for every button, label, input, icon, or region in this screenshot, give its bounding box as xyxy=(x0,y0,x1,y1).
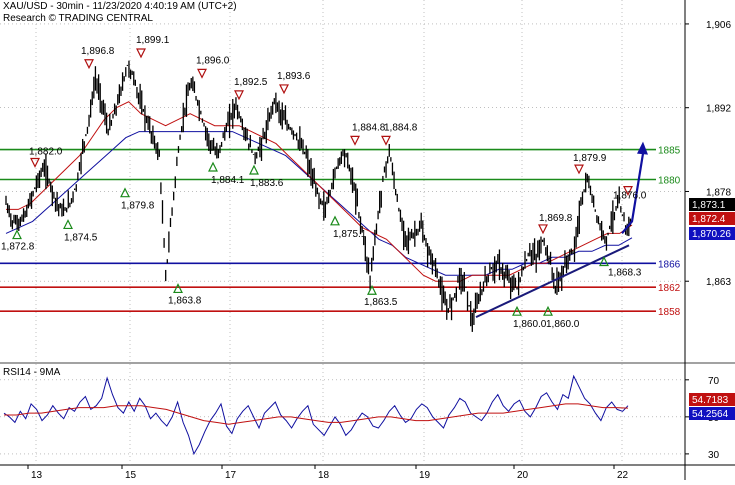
level-label-1862: 1862 xyxy=(658,283,681,294)
swing-low-label: 1,863.8 xyxy=(168,295,202,306)
swing-high-label: 1,896.8 xyxy=(81,46,115,57)
chart-header-research: Research © TRADING CENTRAL xyxy=(3,13,153,24)
swing-high-label: 1,884.8 xyxy=(384,122,418,133)
rsi-panel-title: RSI14 - 9MA xyxy=(3,367,61,378)
level-label-1885: 1885 xyxy=(658,146,681,157)
time-tick-label: 17 xyxy=(225,470,237,480)
time-tick-label: 22 xyxy=(617,470,629,480)
swing-low-label: 1,872.8 xyxy=(1,242,35,253)
level-label-1858: 1858 xyxy=(658,307,681,318)
time-tick-label: 18 xyxy=(318,470,330,480)
current-value-label: 1,872.4 xyxy=(692,214,726,225)
chart-header-symbol: XAU/USD - 30min - 11/23/2020 4:40:19 AM … xyxy=(3,1,237,12)
swing-low-label: 1,863.5 xyxy=(364,297,398,308)
current-value-label: 1,873.1 xyxy=(692,200,726,211)
price-tick-label: 1,906 xyxy=(706,20,731,31)
swing-low-label: 1,875.1 xyxy=(333,229,367,240)
swing-low-label: 1,860.0 xyxy=(513,319,547,330)
price-tick-label: 1,892 xyxy=(706,104,731,115)
chart-stage: 1,906 1,892 1,878 1,863 13 15 17 18 19 20 22 1885 18… xyxy=(0,0,735,481)
swing-high-label: 1,884.8 xyxy=(352,122,386,133)
swing-low-label: 1,874.5 xyxy=(64,232,98,243)
time-tick-label: 15 xyxy=(125,470,137,480)
time-tick-label: 19 xyxy=(419,470,431,480)
level-label-1866: 1866 xyxy=(658,259,681,270)
swing-low-label: 1,860.0 xyxy=(546,319,580,330)
swing-high-label: 1,879.9 xyxy=(573,153,607,164)
swing-high-label: 1,882.0 xyxy=(29,147,63,158)
time-tick-label: 20 xyxy=(517,470,529,480)
swing-high-label: 1,893.6 xyxy=(277,71,311,82)
rsi-value-label: 54.2564 xyxy=(692,409,729,420)
swing-high-label: 1,896.0 xyxy=(196,55,230,66)
swing-high-label: 1,876.0 xyxy=(613,191,647,202)
swing-low-label: 1,883.6 xyxy=(250,178,284,189)
current-value-label: 1,870.26 xyxy=(692,229,731,240)
level-label-1880: 1880 xyxy=(658,176,681,187)
swing-low-label: 1,879.8 xyxy=(121,201,155,212)
swing-low-label: 1,884.1 xyxy=(211,175,245,186)
swing-high-label: 1,899.1 xyxy=(136,35,170,46)
swing-high-label: 1,892.5 xyxy=(234,77,268,88)
price-chart-svg: 1,906 1,892 1,878 1,863 13 15 17 18 19 20 22 1885 18… xyxy=(0,0,735,481)
swing-high-label: 1,869.8 xyxy=(539,213,573,224)
rsi-ma-line xyxy=(4,403,629,425)
rsi-value-label: 54.7183 xyxy=(692,395,729,406)
rsi-line xyxy=(3,374,629,456)
time-tick-label: 13 xyxy=(31,470,43,480)
rsi-tick-label: 30 xyxy=(708,450,720,461)
price-tick-label: 1,863 xyxy=(706,277,731,288)
rsi-tick-label: 70 xyxy=(708,376,720,387)
swing-low-label: 1,868.3 xyxy=(608,268,642,279)
price-tick-label: 1,878 xyxy=(706,187,731,198)
